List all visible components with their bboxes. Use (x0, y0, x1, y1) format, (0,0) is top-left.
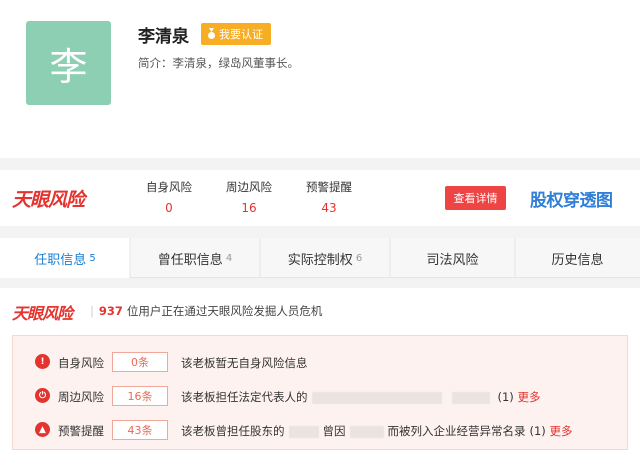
tab-history[interactable]: 历史信息 (515, 238, 640, 278)
stat-label: 预警提醒 (306, 180, 352, 194)
view-details-button[interactable]: 查看详情 (445, 186, 506, 210)
more-link[interactable]: 更多 (517, 390, 540, 404)
stat-surrounding-risk[interactable]: 周边风险 16 (219, 179, 279, 215)
desc-text: 该老板曾担任股东的 (181, 424, 285, 438)
risk-detail-box: ! 自身风险 0条 该老板暂无自身风险信息 ⏻ 周边风险 16条 该老板担任法定… (12, 335, 628, 450)
bio-label: 简介： (138, 56, 173, 70)
separator: | (90, 304, 94, 318)
tab-bar: 任职信息 5 曾任职信息 4 实际控制权 6 司法风险 历史信息 (0, 238, 640, 278)
tianyan-risk-logo: 天眼风险 (12, 189, 85, 211)
power-icon: ⏻ (35, 388, 50, 403)
risk-desc: 该老板暂无自身风险信息 (181, 356, 308, 370)
risk-desc: 该老板曾担任股东的 曾因 而被列入企业经营异常名录 (1) 更多 (181, 423, 572, 439)
risk-count-badge[interactable]: 43条 (112, 420, 168, 440)
tab-count: 5 (89, 252, 96, 264)
risk-label: 周边风险 (58, 390, 104, 404)
risk-section: 天眼风险 | 937 位用户正在通过天眼风险发掘人员危机 ! 自身风险 0条 该老板… (0, 288, 640, 450)
tab-current-positions[interactable]: 任职信息 5 (0, 238, 130, 278)
tab-count: 4 (225, 252, 233, 264)
tab-count: 6 (355, 252, 363, 264)
stat-value: 0 (165, 201, 173, 215)
redacted-company (288, 425, 319, 438)
tab-label: 实际控制权 (287, 252, 353, 268)
count-paren: (1) (529, 424, 546, 438)
desc-text: 曾因 (322, 424, 346, 438)
risk-desc: 该老板担任法定代表人的 (1) 更多 (181, 389, 540, 405)
tab-label: 司法风险 (426, 252, 479, 268)
risk-row-self: ! 自身风险 0条 该老板暂无自身风险信息 (13, 352, 629, 372)
count-paren: (1) (497, 390, 514, 404)
redacted-company (311, 391, 442, 404)
risk-label: 自身风险 (58, 356, 104, 370)
person-name: 李清泉 (138, 27, 189, 47)
tab-judicial-risk[interactable]: 司法风险 (390, 238, 515, 278)
avatar: 李 (26, 21, 111, 105)
profile-card: 李 李清泉 我要认证 简介：李清泉，绿岛风董事长。 (0, 0, 640, 158)
redacted-text (451, 391, 490, 404)
shield-alert-icon: ! (35, 354, 50, 369)
stat-warning[interactable]: 预警提醒 43 (299, 179, 359, 215)
bio-text: 李清泉，绿岛风董事长。 (172, 56, 300, 70)
desc-text: 该老板担任法定代表人的 (181, 390, 308, 404)
tianyan-risk-logo: 天眼风险 (12, 304, 73, 323)
risk-count-badge[interactable]: 0条 (112, 352, 168, 372)
warning-icon: ▲ (35, 422, 50, 437)
more-link[interactable]: 更多 (549, 424, 572, 438)
risk-label: 预警提醒 (58, 424, 104, 438)
stat-value: 16 (241, 201, 257, 215)
certify-label: 我要认证 (219, 28, 263, 41)
tab-actual-control[interactable]: 实际控制权 6 (260, 238, 390, 278)
risk-row-warning: ▲ 预警提醒 43条 该老板曾担任股东的 曾因 而被列入企业经营异常名录 (1) 更多 (13, 420, 629, 440)
risk-count-badge[interactable]: 16条 (112, 386, 168, 406)
tab-label: 任职信息 (34, 252, 87, 268)
stat-self-risk[interactable]: 自身风险 0 (139, 179, 199, 215)
risk-row-surrounding: ⏻ 周边风险 16条 该老板担任法定代表人的 (1) 更多 (13, 386, 629, 406)
redacted-text (349, 425, 384, 438)
stat-label: 周边风险 (226, 180, 272, 194)
user-count-notice: | 937 位用户正在通过天眼风险发掘人员危机 (90, 303, 322, 319)
tab-label: 曾任职信息 (157, 252, 223, 268)
notice-text: 位用户正在通过天眼风险发掘人员危机 (126, 304, 323, 318)
medal-icon (208, 28, 215, 39)
tab-former-positions[interactable]: 曾任职信息 4 (130, 238, 260, 278)
stat-value: 43 (321, 201, 337, 215)
certify-button[interactable]: 我要认证 (201, 23, 271, 45)
tab-label: 历史信息 (551, 252, 604, 268)
stat-label: 自身风险 (146, 180, 192, 194)
bio: 简介：李清泉，绿岛风董事长。 (138, 55, 299, 71)
desc-text: 而被列入企业经营异常名录 (387, 424, 526, 438)
equity-chart-link[interactable]: 股权穿透图 (530, 186, 613, 211)
user-count: 937 (98, 304, 123, 318)
